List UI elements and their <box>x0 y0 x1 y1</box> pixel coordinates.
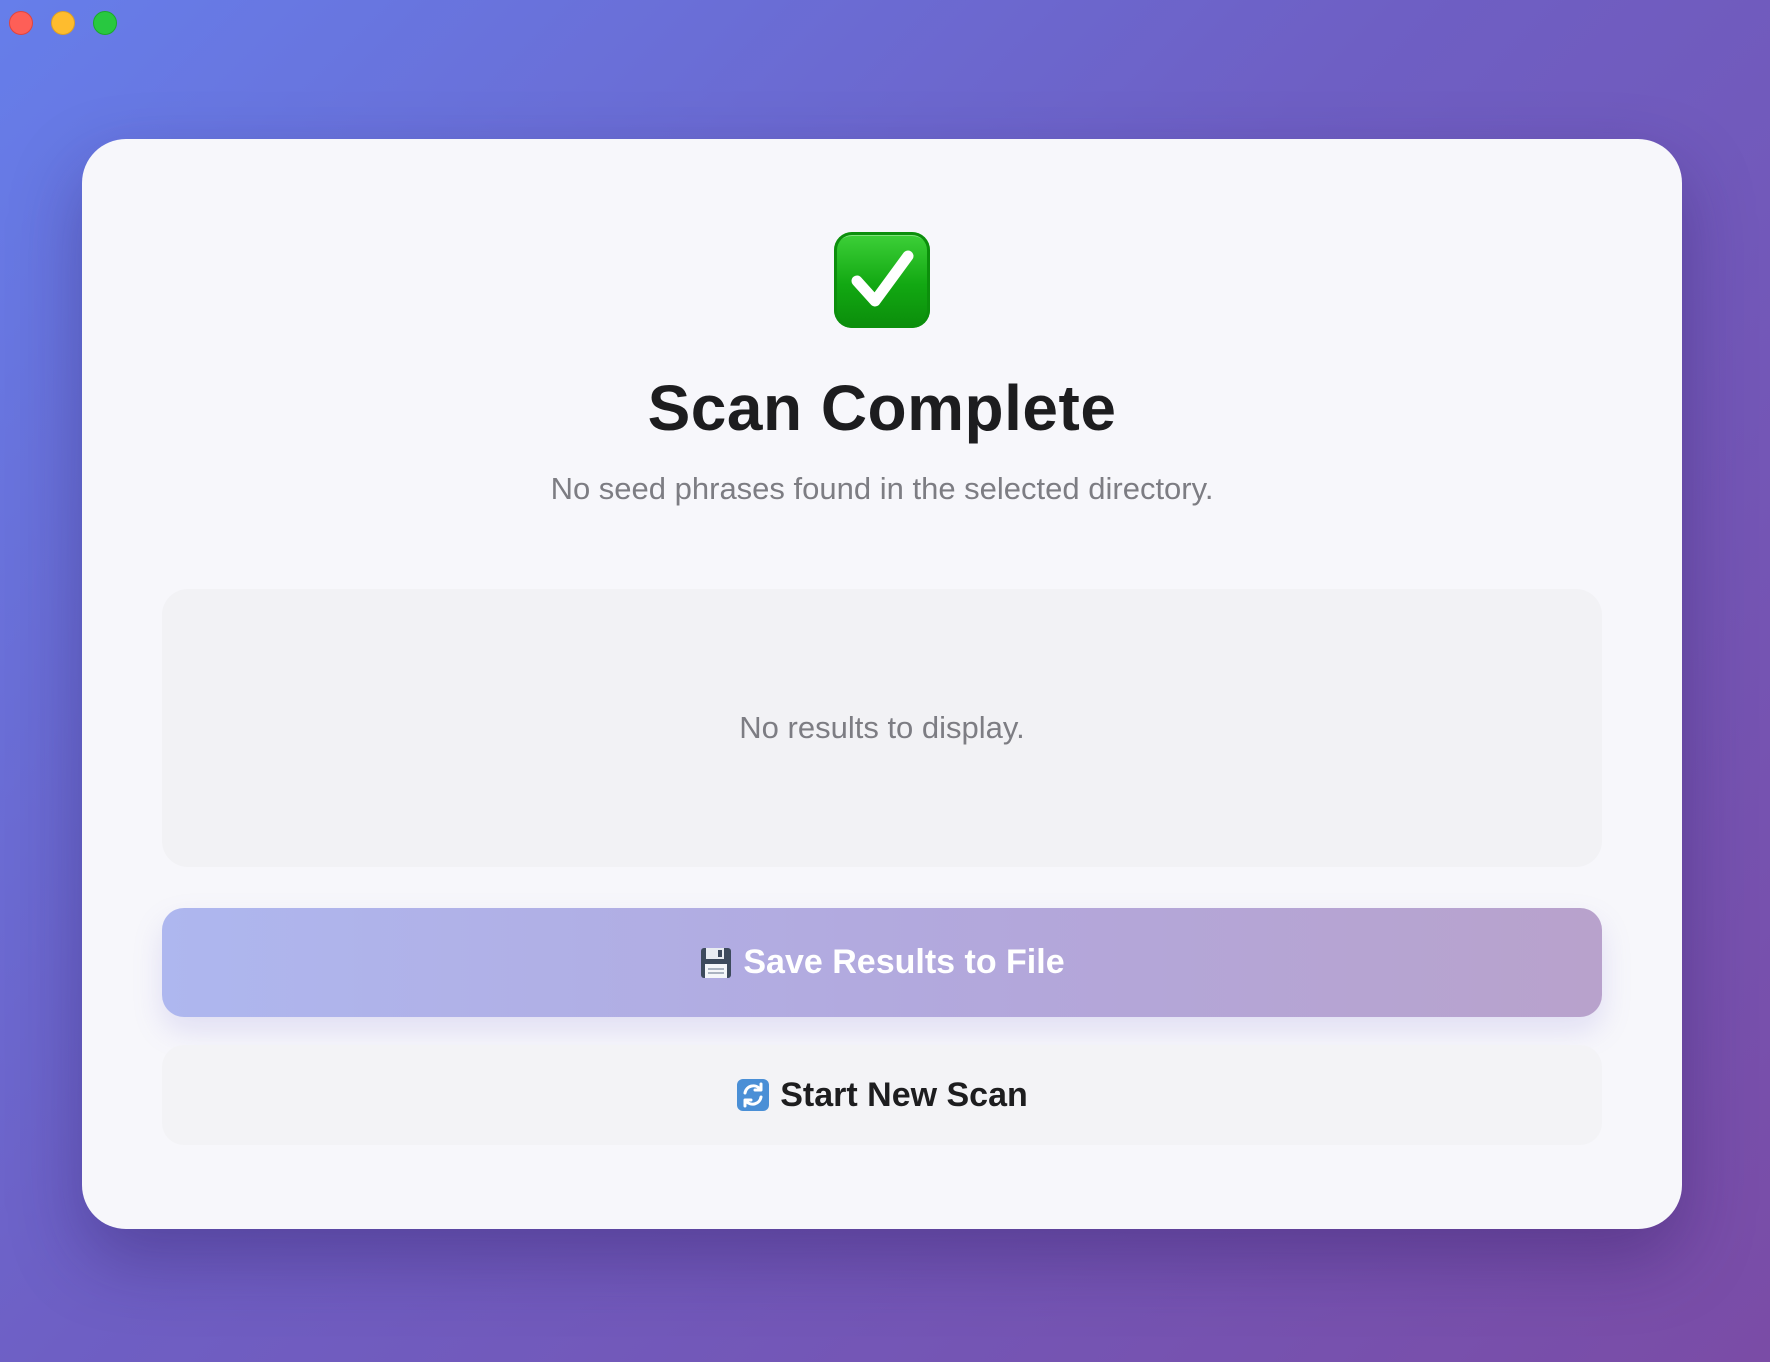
maximize-window-button[interactable] <box>93 11 117 35</box>
save-results-label: Save Results to File <box>743 943 1065 981</box>
app-window: Scan Complete No seed phrases found in t… <box>0 0 1770 1362</box>
results-card: Scan Complete No seed phrases found in t… <box>82 139 1682 1229</box>
empty-results-text: No results to display. <box>739 710 1025 745</box>
start-new-scan-label: Start New Scan <box>780 1075 1028 1114</box>
start-new-scan-button[interactable]: Start New Scan <box>162 1045 1602 1145</box>
status-message: No seed phrases found in the selected di… <box>550 471 1214 506</box>
floppy-disk-icon <box>699 946 733 980</box>
window-controls <box>9 11 117 35</box>
page-title: Scan Complete <box>647 372 1117 444</box>
refresh-icon <box>736 1078 770 1112</box>
minimize-window-button[interactable] <box>51 11 75 35</box>
save-results-button[interactable]: Save Results to File <box>162 908 1602 1017</box>
close-window-button[interactable] <box>9 11 33 35</box>
results-panel: No results to display. <box>162 589 1602 867</box>
check-mark-button-icon <box>834 232 930 328</box>
